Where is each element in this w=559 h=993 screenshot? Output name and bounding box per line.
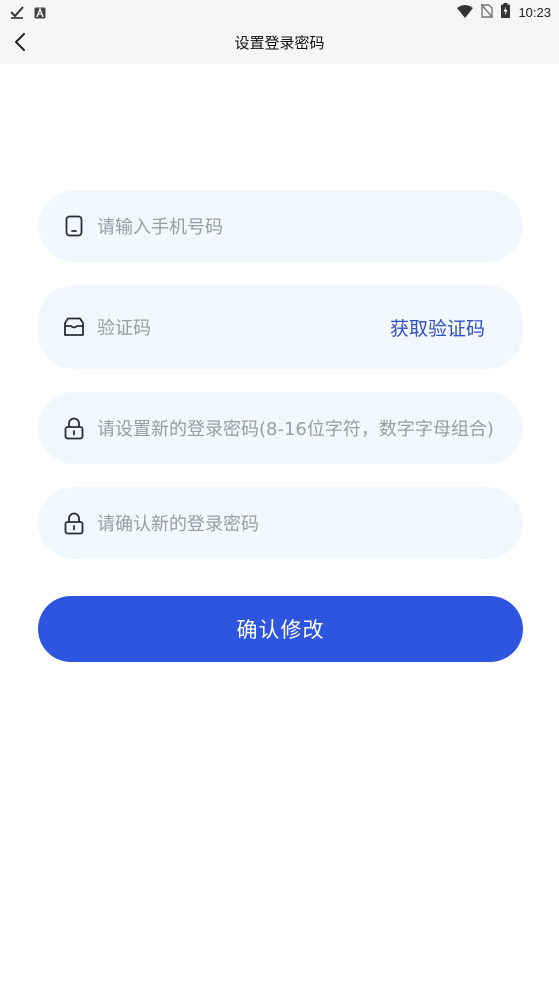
confirm-change-button[interactable]: 确认修改	[38, 596, 523, 662]
phone-icon	[63, 214, 85, 238]
no-sim-icon	[480, 3, 494, 22]
new-password-input[interactable]: 请设置新的登录密码(8-16位字符，数字字母组合)	[97, 415, 523, 441]
code-field[interactable]: 验证码 获取验证码	[38, 285, 523, 369]
battery-charging-icon	[501, 3, 511, 22]
phone-input[interactable]: 请输入手机号码	[97, 213, 523, 239]
phone-field[interactable]: 请输入手机号码	[38, 190, 523, 262]
a-badge-icon	[34, 4, 46, 23]
check-icon	[10, 4, 24, 23]
status-time: 10:23	[518, 5, 551, 20]
wifi-icon	[457, 3, 474, 22]
get-code-button[interactable]: 获取验证码	[390, 314, 485, 341]
nav-bar: 设置登录密码	[0, 24, 559, 64]
inbox-icon	[63, 315, 85, 339]
lock-icon	[63, 511, 85, 535]
confirm-password-field[interactable]: 请确认新的登录密码	[38, 487, 523, 559]
new-password-field[interactable]: 请设置新的登录密码(8-16位字符，数字字母组合)	[38, 392, 523, 464]
confirm-password-input[interactable]: 请确认新的登录密码	[97, 510, 523, 536]
page-title: 设置登录密码	[234, 34, 325, 52]
confirm-change-label: 确认修改	[236, 618, 325, 642]
back-button[interactable]	[6, 30, 34, 58]
chevron-left-icon	[13, 32, 27, 56]
lock-icon	[63, 416, 85, 440]
status-bar: 10:23	[0, 0, 559, 24]
